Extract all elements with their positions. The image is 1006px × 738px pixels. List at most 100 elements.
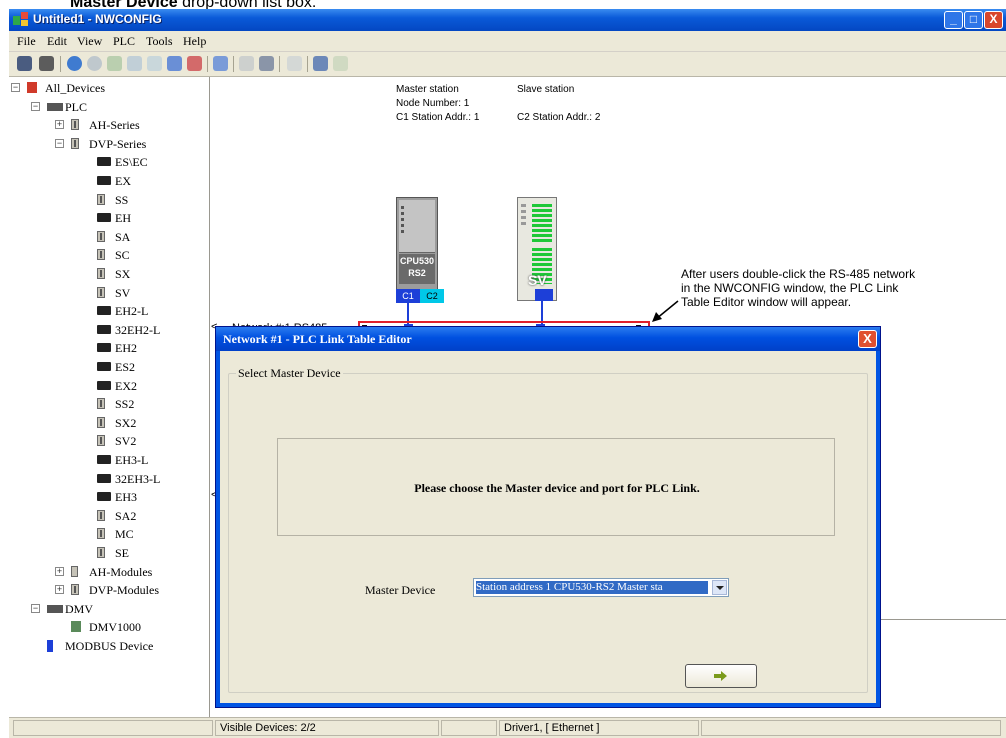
chart-icon[interactable] — [333, 56, 348, 71]
dvp-icon — [71, 137, 79, 149]
tree-item-modbus-device[interactable]: MODBUS Device — [9, 637, 207, 655]
tree-item-ex[interactable]: EX — [9, 172, 207, 190]
network-delete-icon[interactable] — [187, 56, 202, 71]
plc-icon — [47, 102, 63, 111]
tree-item-dvp-series[interactable]: − DVP-Series — [9, 135, 207, 153]
collapse-icon[interactable]: − — [31, 101, 40, 111]
tree-item-32eh2-l[interactable]: 32EH2-L — [9, 321, 207, 339]
tree-item-ss2[interactable]: SS2 — [9, 395, 207, 413]
status-driver: Driver1, [ Ethernet ] — [499, 720, 699, 736]
toolbar-separator — [60, 56, 61, 72]
dvp-icon — [97, 509, 105, 521]
disconnect-icon[interactable] — [87, 56, 102, 71]
expand-icon[interactable]: + — [55, 120, 64, 130]
status-visible-devices: Visible Devices: 2/2 — [215, 720, 439, 736]
slave-port[interactable] — [535, 289, 553, 301]
maximize-button[interactable]: □ — [964, 11, 983, 29]
print-icon[interactable] — [39, 56, 54, 71]
menu-tools[interactable]: Tools — [146, 34, 173, 49]
tree-item-label: EH3-L — [115, 453, 149, 467]
menu-edit[interactable]: Edit — [47, 34, 67, 49]
tree-item-sv2[interactable]: SV2 — [9, 432, 207, 450]
tree-item-eh3[interactable]: EH3 — [9, 488, 207, 506]
tree-item-eh2-l[interactable]: EH2-L — [9, 302, 207, 320]
tree-item-mc[interactable]: MC — [9, 525, 207, 543]
tree-item-sv[interactable]: SV — [9, 284, 207, 302]
dvp-icon — [97, 547, 105, 558]
menu-view[interactable]: View — [77, 34, 102, 49]
ex-icon — [97, 306, 111, 316]
tree-item-ah-modules[interactable]: + AH-Modules — [9, 563, 207, 581]
tree-item-all-devices[interactable]: − All_Devices — [9, 79, 207, 97]
collapse-icon[interactable]: − — [55, 138, 64, 148]
tree-item-sx[interactable]: SX — [9, 265, 207, 283]
expand-icon[interactable]: + — [55, 585, 64, 595]
master-port-c1[interactable]: C1 — [396, 289, 420, 303]
download-icon[interactable] — [127, 56, 142, 71]
network-add-icon[interactable] — [167, 56, 182, 71]
settings-icon[interactable] — [287, 56, 302, 71]
tree-item-ex2[interactable]: EX2 — [9, 377, 207, 395]
collapse-icon[interactable]: − — [31, 603, 40, 613]
tree-item-label: SS2 — [115, 397, 135, 412]
annotation-line: After users double-click the RS-485 netw… — [681, 267, 916, 281]
next-button[interactable] — [685, 664, 757, 688]
upload-icon[interactable] — [107, 56, 122, 71]
app-icon — [13, 12, 28, 26]
dialog-body: Please choose the Master device and port… — [220, 351, 876, 703]
master-device-selected-value: Station address 1 CPU530-RS2 Master sta — [476, 581, 708, 594]
tree-item-sa[interactable]: SA — [9, 228, 207, 246]
tree-item-es-ec[interactable]: ES\EC — [9, 153, 207, 171]
tree-item-dmv1000[interactable]: DMV1000 — [9, 618, 207, 636]
tree-item-eh[interactable]: EH — [9, 209, 207, 227]
tree-item-label: EH — [115, 211, 131, 226]
select-master-groupbox: Please choose the Master device and port… — [228, 373, 868, 693]
plc-icon — [47, 604, 63, 613]
tree-item-sx2[interactable]: SX2 — [9, 414, 207, 432]
tree-item-label: SA — [115, 229, 131, 244]
toolbar-separator — [207, 56, 208, 72]
comm-icon[interactable] — [313, 56, 328, 71]
monitor-icon[interactable] — [147, 56, 162, 71]
close-button[interactable]: X — [984, 11, 1003, 29]
tree-item-se[interactable]: SE — [9, 544, 207, 562]
menu-plc[interactable]: PLC — [113, 34, 135, 49]
save-icon[interactable] — [17, 56, 32, 71]
tree-item-label: EH2-L — [115, 304, 149, 319]
tree-item-es2[interactable]: ES2 — [9, 358, 207, 376]
dialog-close-button[interactable]: X — [858, 330, 877, 348]
station-icon[interactable] — [213, 56, 228, 71]
tree-item-sc[interactable]: SC — [9, 246, 207, 264]
menu-help[interactable]: Help — [183, 34, 206, 49]
tree-item-ss[interactable]: SS — [9, 191, 207, 209]
ex-icon — [97, 362, 111, 371]
tree-item-eh3-l[interactable]: EH3-L — [9, 451, 207, 469]
tree-item-dmv[interactable]: − DMV — [9, 600, 207, 618]
connect-icon[interactable] — [67, 56, 82, 71]
tree-item-plc[interactable]: − PLC — [9, 98, 207, 116]
dvp-icon — [97, 398, 105, 410]
expand-icon[interactable]: + — [55, 566, 64, 576]
title-bar: Untitled1 - NWCONFIG _ □ X — [9, 9, 1006, 31]
list-icon[interactable] — [259, 56, 274, 71]
slave-device-sv[interactable]: SV — [517, 197, 557, 301]
tree-item-label: DVP-Modules — [89, 583, 160, 598]
tree-item-sa2[interactable]: SA2 — [9, 507, 207, 525]
minimize-button[interactable]: _ — [944, 11, 963, 29]
annotation-line: Table Editor window will appear. — [681, 295, 852, 309]
master-device-cpu530[interactable]: CPU530 RS2 — [396, 197, 438, 303]
tree-item-label: SE — [115, 546, 130, 560]
tree-item-ah-series[interactable]: + AH-Series — [9, 116, 207, 134]
tree-item-dvp-modules[interactable]: + DVP-Modules — [9, 581, 207, 599]
tree-item-label: PLC — [65, 99, 88, 114]
master-port-c2[interactable]: C2 — [420, 289, 444, 303]
property-icon[interactable] — [239, 56, 254, 71]
dropdown-arrow-icon[interactable] — [712, 580, 727, 595]
tree-item-32eh3-l[interactable]: 32EH3-L — [9, 470, 207, 488]
master-device-select[interactable]: Station address 1 CPU530-RS2 Master sta — [473, 578, 729, 597]
devices-icon — [27, 82, 37, 93]
tree-item-eh2[interactable]: EH2 — [9, 339, 207, 357]
menu-file[interactable]: File — [17, 34, 36, 49]
master-model-sublabel: RS2 — [408, 268, 426, 278]
collapse-icon[interactable]: − — [11, 83, 20, 92]
